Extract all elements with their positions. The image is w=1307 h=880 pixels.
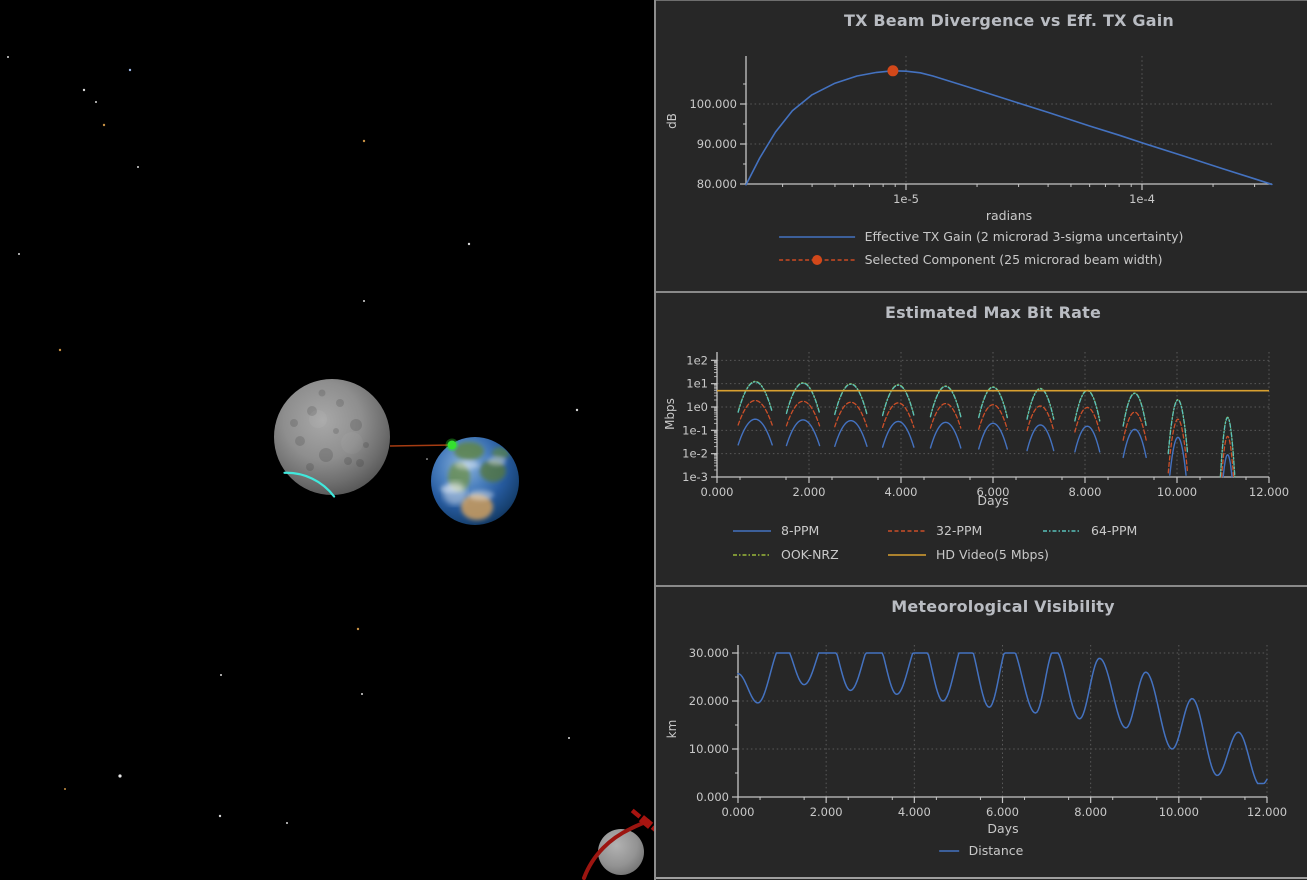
legend-label: HD Video(5 Mbps) <box>936 547 1049 562</box>
legend-item: Selected Component (25 microrad beam wid… <box>778 252 1163 267</box>
y-axis-label: dB <box>665 113 679 129</box>
ground-station-marker <box>448 441 457 450</box>
moon <box>274 379 390 497</box>
svg-text:0.000: 0.000 <box>696 790 729 804</box>
legend-label: Selected Component (25 microrad beam wid… <box>865 252 1163 267</box>
legend-item: Distance <box>938 843 1024 858</box>
y-axis-label: km <box>665 720 679 739</box>
svg-text:1e0: 1e0 <box>686 400 708 414</box>
svg-text:80.000: 80.000 <box>697 177 737 191</box>
svg-text:10.000: 10.000 <box>1159 805 1199 819</box>
svg-text:6.000: 6.000 <box>986 805 1019 819</box>
legend-label: 8-PPM <box>781 523 819 538</box>
svg-text:8.000: 8.000 <box>1069 485 1102 499</box>
plots-panel: 80.000 90.000 100.000 1e-5 1e-4 TX Beam Dive… <box>654 0 1307 880</box>
svg-text:1e-5: 1e-5 <box>893 192 919 206</box>
legend-item: Effective TX Gain (2 microrad 3-sigma un… <box>778 229 1184 244</box>
gmat-logo <box>584 807 654 878</box>
visibility-panel: 0.000 10.000 20.000 30.000 0.000 2.000 4.000 6.… <box>654 586 1307 880</box>
svg-text:10.000: 10.000 <box>689 742 729 756</box>
svg-text:1e-1: 1e-1 <box>682 423 708 437</box>
legend-item: 32-PPM <box>887 523 1042 538</box>
panel-separator <box>656 291 1307 293</box>
svg-text:1e2: 1e2 <box>686 353 708 367</box>
svg-text:100.000: 100.000 <box>689 97 737 111</box>
tx-gain-panel: 80.000 90.000 100.000 1e-5 1e-4 TX Beam Dive… <box>654 0 1307 292</box>
legend-label: Effective TX Gain (2 microrad 3-sigma un… <box>865 229 1184 244</box>
visibility-chart: 0.000 10.000 20.000 30.000 0.000 2.000 4.000 6.… <box>654 586 1307 880</box>
svg-text:90.000: 90.000 <box>697 137 737 151</box>
svg-text:10.000: 10.000 <box>1157 485 1197 499</box>
legend-label: 64-PPM <box>1091 523 1137 538</box>
svg-text:12.000: 12.000 <box>1249 485 1289 499</box>
orbit-view-scene <box>0 0 654 880</box>
svg-text:4.000: 4.000 <box>885 485 918 499</box>
gmat-app-window: 80.000 90.000 100.000 1e-5 1e-4 TX Beam Dive… <box>0 0 1307 880</box>
x-axis-label: Days <box>977 493 1008 508</box>
svg-text:0.000: 0.000 <box>722 805 755 819</box>
legend: Distance <box>938 843 1024 858</box>
pane-splitter[interactable] <box>654 0 656 880</box>
svg-text:1e-2: 1e-2 <box>682 447 708 461</box>
svg-text:1e-4: 1e-4 <box>1129 192 1155 206</box>
legend-swatch <box>732 525 772 537</box>
legend-item: 8-PPM <box>732 523 887 538</box>
svg-text:4.000: 4.000 <box>898 805 931 819</box>
legend-swatch <box>1042 525 1082 537</box>
svg-text:20.000: 20.000 <box>689 694 729 708</box>
legend-item: 64-PPM <box>1042 523 1222 538</box>
logo-satellite-icon <box>630 807 654 836</box>
comm-link-line <box>390 445 452 446</box>
svg-text:2.000: 2.000 <box>793 485 826 499</box>
svg-text:0.000: 0.000 <box>701 485 734 499</box>
legend-label: Distance <box>969 843 1024 858</box>
legend-swatch <box>732 549 772 561</box>
svg-text:12.000: 12.000 <box>1247 805 1287 819</box>
legend-swatch <box>778 254 856 266</box>
chart-title: Meteorological Visibility <box>891 597 1114 616</box>
earth <box>431 437 519 525</box>
bit-rate-panel: 1e21e11e01e-11e-21e-30.0002.0004.0006.00… <box>654 292 1307 586</box>
legend-item: OOK-NRZ <box>732 547 887 562</box>
x-axis-label: Days <box>987 821 1018 836</box>
legend-swatch <box>778 231 856 243</box>
orbit-view-canvas[interactable] <box>0 0 654 880</box>
legend-label: OOK-NRZ <box>781 547 839 562</box>
chart-title: TX Beam Divergence vs Eff. TX Gain <box>844 11 1174 30</box>
svg-text:1e1: 1e1 <box>686 377 708 391</box>
legend-swatch <box>938 845 960 857</box>
legend-item: HD Video(5 Mbps) <box>887 547 1042 562</box>
y-axis-label: Mbps <box>663 398 677 430</box>
legend-swatch <box>887 525 927 537</box>
svg-text:2.000: 2.000 <box>810 805 843 819</box>
svg-text:30.000: 30.000 <box>689 646 729 660</box>
panel-separator <box>656 585 1307 587</box>
pane-border-bottom <box>656 877 1307 879</box>
x-axis-label: radians <box>986 208 1032 223</box>
legend: 8-PPM 32-PPM 64-PPM OOK-NRZ HD Video(5 Mbps) <box>732 523 1222 562</box>
legend-swatch <box>887 549 927 561</box>
legend: Effective TX Gain (2 microrad 3-sigma un… <box>778 229 1184 267</box>
pane-border-top <box>656 0 1307 1</box>
chart-title: Estimated Max Bit Rate <box>885 303 1101 322</box>
svg-text:1e-3: 1e-3 <box>682 470 708 484</box>
svg-text:8.000: 8.000 <box>1074 805 1107 819</box>
legend-label: 32-PPM <box>936 523 982 538</box>
